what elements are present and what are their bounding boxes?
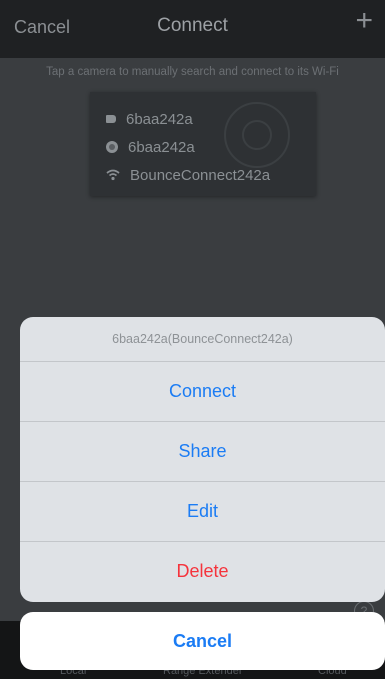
- camera-device-id: 6baa242a: [128, 138, 195, 156]
- wifi-icon: [106, 169, 120, 181]
- add-camera-button[interactable]: +: [355, 6, 373, 36]
- page-title: Connect: [157, 15, 228, 36]
- camera-card[interactable]: 6baa242a 6baa242a BounceConnect242a: [90, 92, 316, 196]
- connect-button[interactable]: Connect: [20, 362, 385, 422]
- action-sheet: 6baa242a(BounceConnect242a) Connect Shar…: [20, 317, 385, 602]
- action-sheet-title: 6baa242a(BounceConnect242a): [20, 317, 385, 362]
- cancel-button[interactable]: Cancel: [20, 612, 385, 670]
- camera-name-row: 6baa242a: [106, 108, 193, 130]
- tag-icon: [106, 115, 116, 123]
- camera-name: 6baa242a: [126, 110, 193, 128]
- delete-button[interactable]: Delete: [20, 542, 385, 601]
- camera-id-row: 6baa242a: [106, 136, 195, 158]
- camera-watermark-icon: [224, 102, 290, 168]
- camera-dot-icon: [106, 141, 118, 153]
- hint-text: Tap a camera to manually search and conn…: [46, 66, 339, 78]
- camera-wifi-name: BounceConnect242a: [130, 166, 271, 184]
- camera-wifi-row: BounceConnect242a: [106, 164, 270, 186]
- share-button[interactable]: Share: [20, 422, 385, 482]
- edit-button[interactable]: Edit: [20, 482, 385, 542]
- nav-bar: Cancel Connect +: [0, 0, 385, 58]
